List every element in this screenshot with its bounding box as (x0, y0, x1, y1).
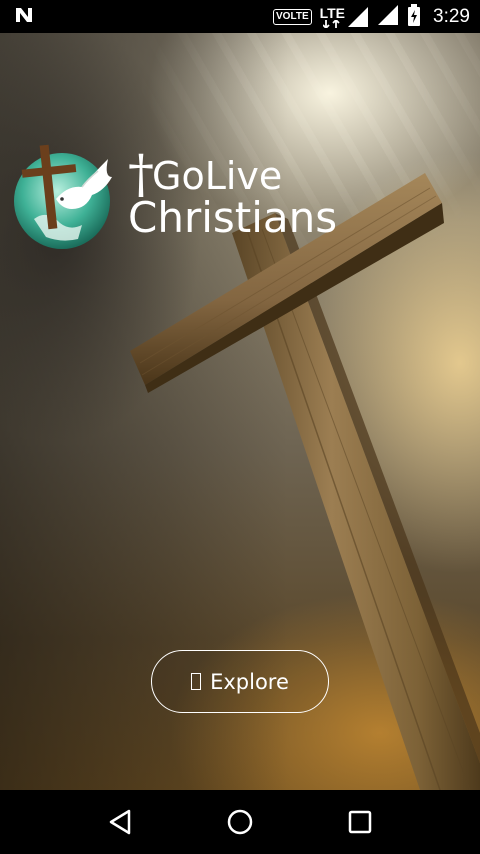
recents-button[interactable] (340, 802, 380, 842)
globe-dove-cross-icon (12, 139, 120, 255)
back-icon (109, 809, 131, 835)
recents-icon (348, 810, 372, 834)
missing-glyph-icon (191, 673, 202, 690)
volte-icon: VOLTE (273, 8, 312, 25)
lte-signal-icon: LTE (320, 6, 369, 28)
app-name: † GoLive Christians (128, 145, 338, 242)
cross-letter-icon: † (128, 145, 154, 205)
clock: 3:29 (433, 5, 470, 27)
explore-label: Explore (210, 669, 289, 694)
lte-label: LTE (319, 4, 346, 21)
home-icon (227, 809, 253, 835)
signal-icon (377, 4, 399, 30)
app-name-line1: GoLive (152, 154, 283, 198)
status-bar: VOLTE LTE 3:29 (0, 0, 480, 33)
home-button[interactable] (220, 802, 260, 842)
battery-icon (407, 3, 421, 30)
navigation-bar (0, 790, 480, 854)
app-logo: † GoLive Christians (12, 139, 337, 255)
back-button[interactable] (100, 802, 140, 842)
n-notification-icon (14, 6, 34, 28)
app-name-line2: Christians (128, 193, 338, 242)
explore-button[interactable]: Explore (151, 650, 329, 713)
background-image: † GoLive Christians Explore (0, 33, 480, 790)
